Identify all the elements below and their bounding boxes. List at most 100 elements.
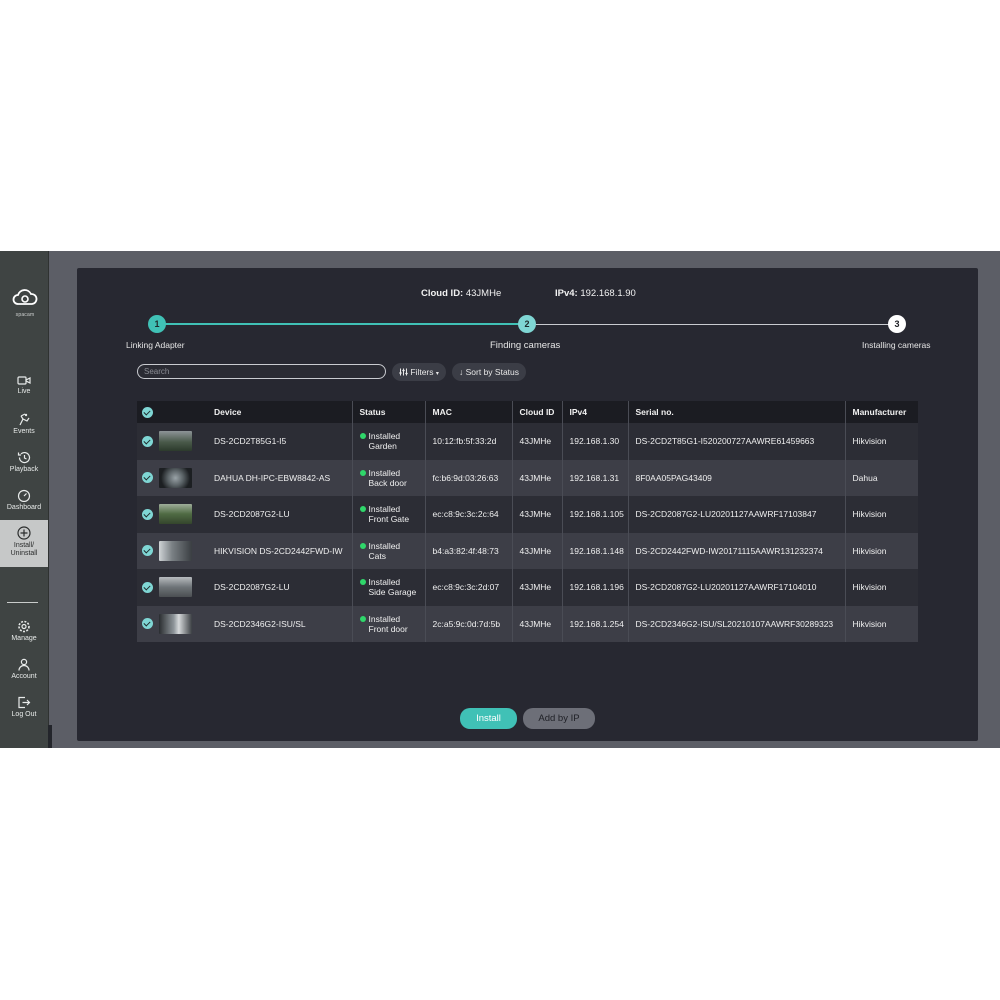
row-select-cell[interactable] xyxy=(137,532,159,569)
add-by-ip-button[interactable]: Add by IP xyxy=(523,708,595,729)
status-online-dot xyxy=(359,433,366,440)
ipv4-cell: 192.168.1.31 xyxy=(562,459,629,496)
mac-cell: ec:c8:9c:3c:2c:64 xyxy=(425,496,513,533)
device-cell: DAHUA DH-IPC-EBW8842-AS xyxy=(207,459,353,496)
gauge-icon xyxy=(17,489,31,502)
cloud-id-cell: 43JMHe xyxy=(512,605,563,642)
status-online-dot xyxy=(359,579,366,586)
status-cell: Installed Garden xyxy=(352,423,426,460)
nav-logout[interactable]: Log Out xyxy=(0,696,48,719)
manufacturer-cell: Hikvision xyxy=(845,605,918,642)
status-text: Installed xyxy=(368,577,401,588)
stepper-progress-line xyxy=(165,323,529,325)
camera-thumbnail xyxy=(159,613,192,634)
ipv4-cell: 192.168.1.105 xyxy=(562,496,629,533)
cloud-id-value: 43JMHe xyxy=(465,288,502,299)
nav-account-label: Account xyxy=(11,673,37,680)
thumbnail-cell xyxy=(159,459,207,496)
step-1-dot: 1 xyxy=(148,315,166,333)
status-online-dot xyxy=(359,469,366,476)
select-all-cell[interactable] xyxy=(137,401,159,423)
row-checkbox[interactable] xyxy=(142,435,153,447)
column-manufacturer[interactable]: Manufacturer xyxy=(845,401,918,423)
status-text: Installed xyxy=(368,540,401,551)
nav-install-label-line2: Uninstall xyxy=(10,550,38,557)
serial-cell: DS-2CD2442FWD-IW20171115AAWR131232374 xyxy=(628,532,846,569)
nav-live-label: Live xyxy=(17,388,31,395)
status-online-dot xyxy=(359,506,366,513)
status-text: Installed xyxy=(368,431,401,442)
row-select-cell[interactable] xyxy=(137,459,159,496)
sort-label: Sort by Status xyxy=(465,367,520,377)
gear-icon xyxy=(18,620,30,633)
table-row[interactable]: DS-2CD2T85G1-I5 Installed Garden 10:12:fb… xyxy=(137,423,918,460)
select-all-checkbox[interactable] xyxy=(142,406,153,418)
nav-events-label: Events xyxy=(13,428,35,435)
serial-cell: DS-2CD2346G2-ISU/SL20210107AAWRF30289323 xyxy=(628,605,846,642)
plus-circle-icon xyxy=(17,526,31,540)
stepper-remaining-line xyxy=(536,324,896,325)
location-text: Back door xyxy=(368,477,407,488)
logo-text: spacam xyxy=(15,312,35,318)
thumbnail-cell xyxy=(159,605,207,642)
row-checkbox[interactable] xyxy=(142,472,153,484)
row-checkbox[interactable] xyxy=(142,581,153,593)
logo: spacam xyxy=(12,287,38,318)
cloud-logo-icon xyxy=(12,289,38,305)
logout-icon xyxy=(18,696,31,709)
column-cloud-id[interactable]: Cloud ID xyxy=(512,401,563,423)
column-mac[interactable]: MAC xyxy=(425,401,513,423)
step-1-label: Linking Adapter xyxy=(126,340,185,350)
cloud-id-cell: 43JMHe xyxy=(512,569,563,606)
row-checkbox[interactable] xyxy=(142,508,153,520)
sliders-icon xyxy=(399,368,408,376)
column-serial[interactable]: Serial no. xyxy=(628,401,846,423)
status-cell: Installed Side Garage xyxy=(352,569,426,606)
row-select-cell[interactable] xyxy=(137,569,159,606)
install-button[interactable]: Install xyxy=(460,708,517,729)
table-row[interactable]: DS-2CD2087G2-LU Installed Front Gate ec:c… xyxy=(137,496,918,533)
ipv4-label: IPv4: xyxy=(555,288,578,299)
serial-cell: DS-2CD2087G2-LU20201127AAWRF17104010 xyxy=(628,569,846,606)
row-select-cell[interactable] xyxy=(137,605,159,642)
column-device[interactable]: Device xyxy=(207,401,353,423)
camera-thumbnail xyxy=(159,577,192,598)
sort-button[interactable]: ↓ Sort by Status xyxy=(452,363,527,381)
ipv4-cell: 192.168.1.30 xyxy=(562,423,629,460)
camera-thumbnail xyxy=(159,431,192,452)
nav-live[interactable]: Live xyxy=(0,375,48,396)
column-status[interactable]: Status xyxy=(352,401,426,423)
nav-install-uninstall[interactable]: Install/ Uninstall xyxy=(0,520,48,567)
device-cell: DS-2CD2T85G1-I5 xyxy=(207,423,353,460)
table-row[interactable]: DS-2CD2087G2-LU Installed Side Garage ec:… xyxy=(137,569,918,606)
step-2-dot: 2 xyxy=(518,315,536,333)
mac-cell: fc:b6:9d:03:26:63 xyxy=(425,459,513,496)
row-checkbox[interactable] xyxy=(142,618,153,630)
row-select-cell[interactable] xyxy=(137,423,159,460)
nav-dashboard[interactable]: Dashboard xyxy=(0,489,48,512)
row-checkbox[interactable] xyxy=(142,545,153,557)
camera-thumbnail xyxy=(159,467,192,488)
device-cell: DS-2CD2087G2-LU xyxy=(207,496,353,533)
install-panel: Cloud ID: 43JMHe IPv4: 192.168.1.90 1 2 … xyxy=(77,268,978,741)
manufacturer-cell: Dahua xyxy=(845,459,918,496)
table-row[interactable]: HIKVISION DS-2CD2442FWD-IW Installed Cats… xyxy=(137,532,918,569)
filters-button[interactable]: Filters ▾ xyxy=(392,363,446,381)
nav-events[interactable]: Events xyxy=(0,413,48,436)
search-input[interactable] xyxy=(137,364,386,379)
table-row[interactable]: DS-2CD2346G2-ISU/SL Installed Front door … xyxy=(137,605,918,642)
nav-dashboard-label: Dashboard xyxy=(6,504,42,511)
filters-label: Filters xyxy=(410,367,434,377)
row-select-cell[interactable] xyxy=(137,496,159,533)
table-row[interactable]: DAHUA DH-IPC-EBW8842-AS Installed Back do… xyxy=(137,459,918,496)
status-cell: Installed Cats xyxy=(352,532,426,569)
manufacturer-cell: Hikvision xyxy=(845,423,918,460)
column-ipv4[interactable]: IPv4 xyxy=(562,401,629,423)
mac-cell: b4:a3:82:4f:48:73 xyxy=(425,532,513,569)
step-2-label: Finding cameras xyxy=(490,340,561,351)
nav-playback[interactable]: Playback xyxy=(0,451,48,474)
thumbnail-cell xyxy=(159,569,207,606)
nav-manage[interactable]: Manage xyxy=(0,620,48,643)
nav-account[interactable]: Account xyxy=(0,658,48,681)
status-text: Installed xyxy=(368,467,401,478)
